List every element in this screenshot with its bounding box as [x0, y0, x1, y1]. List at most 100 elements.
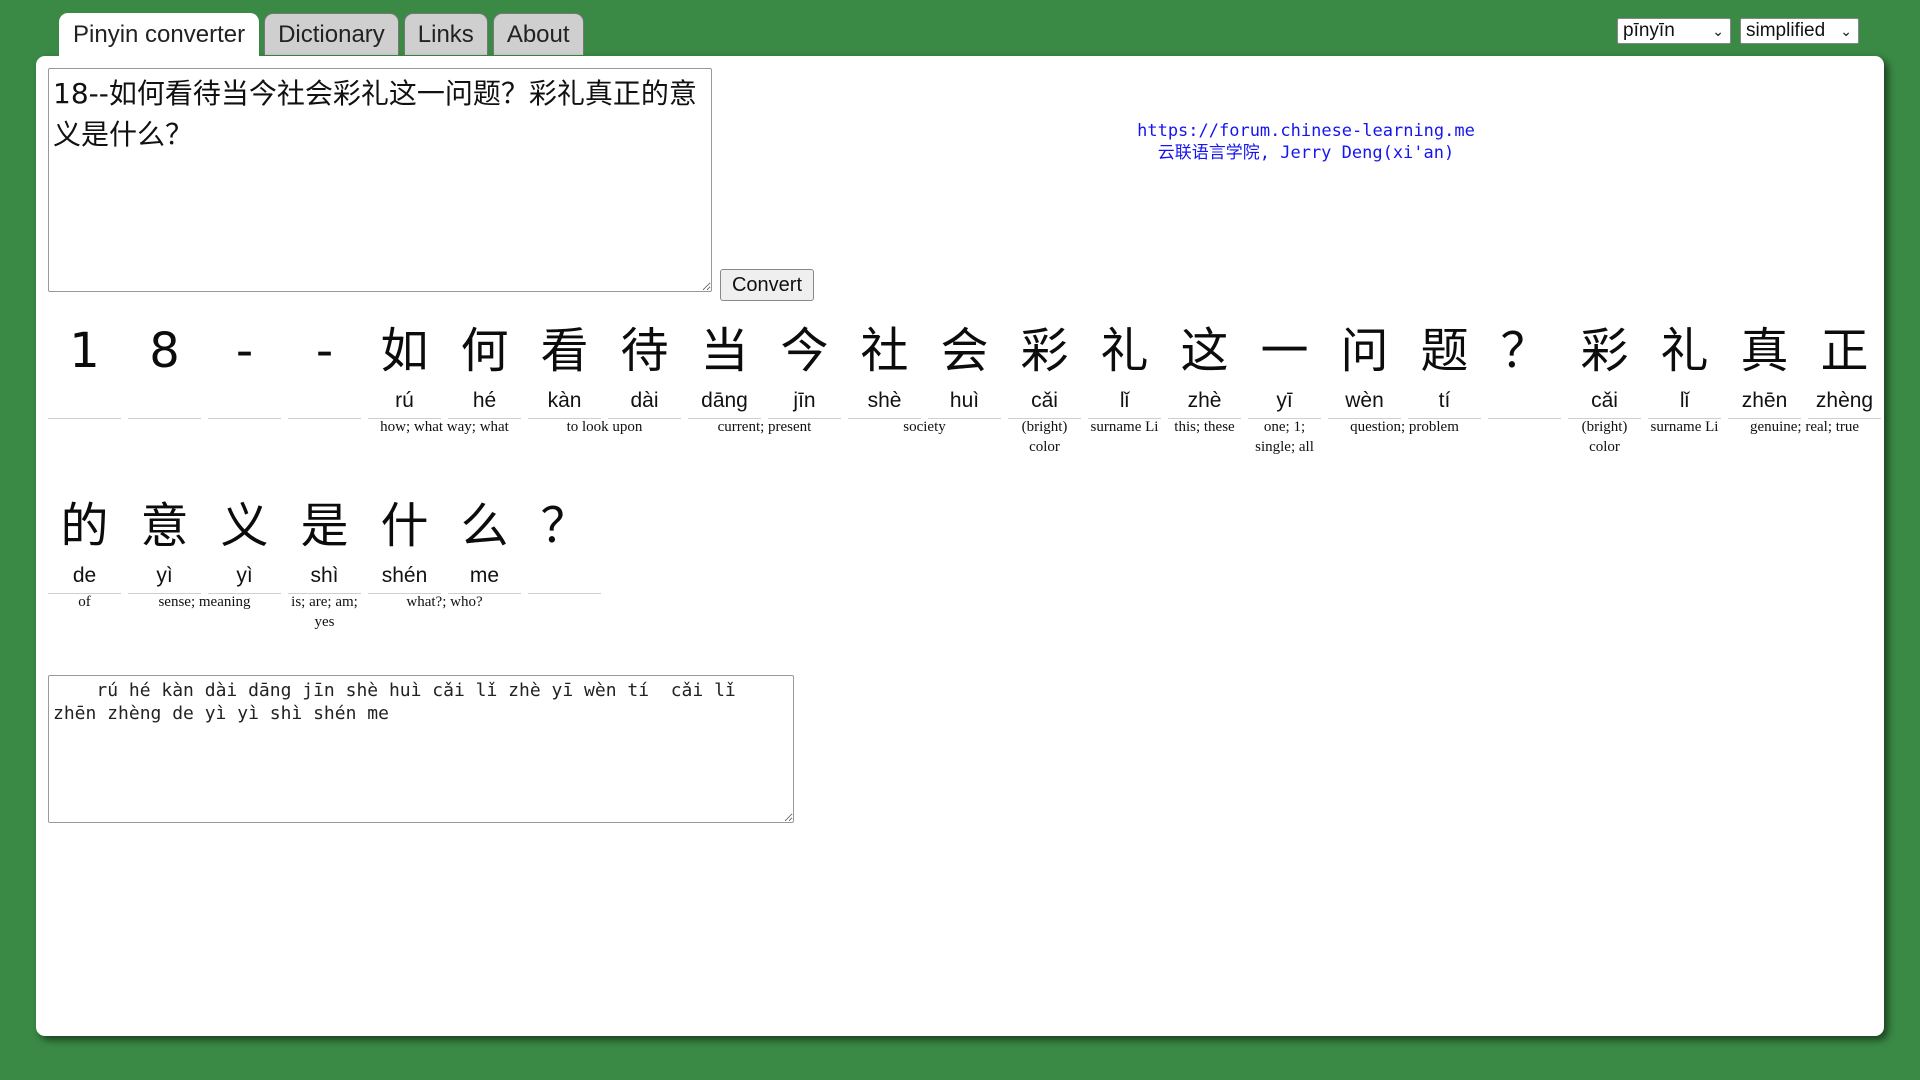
pinyin-output[interactable]: rú hé kàn dài dāng jīn shè huì cǎi lǐ zh…	[48, 675, 794, 823]
hanzi-char: 是	[300, 498, 349, 554]
pinyin-syllable: tí	[1408, 386, 1481, 419]
pinyin-syllable: de	[48, 561, 121, 594]
hanzi-cell[interactable]: 何 hé	[448, 316, 521, 419]
hanzi-char: 当	[700, 323, 749, 379]
hanzi-char: 么	[460, 498, 509, 554]
definition-text: what?; who?	[406, 594, 483, 610]
definition-text: is; are; am; yes	[291, 594, 358, 630]
pinyin-syllable: lǐ	[1648, 386, 1721, 419]
forum-link[interactable]: https://forum.chinese-learning.me	[1076, 120, 1536, 142]
tab-dictionary[interactable]: Dictionary	[264, 13, 399, 55]
hanzi-cell[interactable]: 社 shè	[848, 316, 921, 419]
hanzi-cell[interactable]: -	[288, 316, 361, 419]
hanzi-cell[interactable]: -	[208, 316, 281, 419]
hanzi-char: 一	[1260, 323, 1309, 379]
chinese-text-input[interactable]: 18--如何看待当今社会彩礼这一问题？彩礼真正的意义是什么？	[48, 68, 712, 292]
hanzi-cell[interactable]: 一 yī	[1248, 316, 1321, 419]
definition-text: society	[903, 419, 946, 435]
pinyin-syllable: zhèng	[1808, 386, 1881, 419]
hanzi-char: -	[315, 323, 334, 379]
hanzi-cell[interactable]: 彩 cǎi	[1008, 316, 1081, 419]
chevron-down-icon: ⌄	[1712, 23, 1724, 39]
hanzi-char: 真	[1740, 323, 1789, 379]
hanzi-cell[interactable]: 8	[128, 316, 201, 419]
hanzi-char: 意	[140, 498, 189, 554]
definition-text: sense; meaning	[158, 594, 251, 610]
pinyin-syllable: yī	[1248, 386, 1321, 419]
hanzi-cell[interactable]: 题 tí	[1408, 316, 1481, 419]
convert-button[interactable]: Convert	[720, 269, 814, 301]
hanzi-char: 社	[860, 323, 909, 379]
converted-row: 的 de 意 yì 义 yì 是 shì 什 shén 么 me ？	[48, 491, 601, 594]
definition-text: question; problem	[1350, 419, 1459, 435]
hanzi-cell[interactable]: 的 de	[48, 491, 121, 594]
pinyin-syllable: dāng	[688, 386, 761, 419]
script-select[interactable]: simplified ⌄	[1740, 18, 1859, 44]
hanzi-char: 看	[540, 323, 589, 379]
definition-text: current; present	[717, 419, 812, 435]
pinyin-syllable: hé	[448, 386, 521, 419]
hanzi-char: 礼	[1660, 323, 1709, 379]
pinyin-syllable: rú	[368, 386, 441, 419]
hanzi-cell[interactable]: 么 me	[448, 491, 521, 594]
author-link[interactable]: 云联语言学院, Jerry Deng(xi'an)	[1076, 142, 1536, 164]
romanization-select[interactable]: pīnyīn ⌄	[1617, 18, 1731, 44]
pinyin-syllable: shè	[848, 386, 921, 419]
pinyin-syllable	[48, 386, 121, 419]
hanzi-cell[interactable]: ？	[528, 491, 601, 594]
hanzi-char: ？	[1500, 323, 1549, 379]
hanzi-cell[interactable]: 这 zhè	[1168, 316, 1241, 419]
pinyin-syllable	[288, 386, 361, 419]
script-select-value: simplified	[1746, 20, 1826, 41]
hanzi-cell[interactable]: 是 shì	[288, 491, 361, 594]
pinyin-syllable: zhēn	[1728, 386, 1801, 419]
hanzi-cell[interactable]: 看 kàn	[528, 316, 601, 419]
hanzi-char: 1	[69, 323, 100, 379]
hanzi-char: 如	[380, 323, 429, 379]
tab-about[interactable]: About	[492, 13, 584, 55]
hanzi-cell[interactable]: 彩 cǎi	[1568, 316, 1641, 419]
tab-links[interactable]: Links	[403, 13, 488, 55]
hanzi-cell[interactable]: ？	[1488, 316, 1561, 419]
definition-text: one; 1; single; all	[1255, 419, 1314, 455]
definition-text: to look upon	[566, 419, 643, 435]
hanzi-cell[interactable]: 义 yì	[208, 491, 281, 594]
hanzi-cell[interactable]: 意 yì	[128, 491, 201, 594]
tab-pinyin-converter[interactable]: Pinyin converter	[59, 13, 260, 57]
hanzi-cell[interactable]: 真 zhēn	[1728, 316, 1801, 419]
hanzi-char: 问	[1340, 323, 1389, 379]
hanzi-cell[interactable]: 什 shén	[368, 491, 441, 594]
hanzi-char: 今	[780, 323, 829, 379]
hanzi-char: ？	[540, 498, 589, 554]
hanzi-cell[interactable]: 当 dāng	[688, 316, 761, 419]
hanzi-cell[interactable]: 会 huì	[928, 316, 1001, 419]
pinyin-syllable: yì	[208, 561, 281, 594]
definition-text: of	[78, 594, 91, 610]
romanization-select-value: pīnyīn	[1623, 20, 1675, 41]
hanzi-cell[interactable]: 今 jīn	[768, 316, 841, 419]
hanzi-char: -	[235, 323, 254, 379]
pinyin-syllable: shén	[368, 561, 441, 594]
hanzi-char: 礼	[1100, 323, 1149, 379]
hanzi-cell[interactable]: 如 rú	[368, 316, 441, 419]
hanzi-cell[interactable]: 待 dài	[608, 316, 681, 419]
hanzi-char: 正	[1820, 323, 1869, 379]
pinyin-syllable: jīn	[768, 386, 841, 419]
pinyin-syllable: huì	[928, 386, 1001, 419]
hanzi-cell[interactable]: 1	[48, 316, 121, 419]
hanzi-cell[interactable]: 问 wèn	[1328, 316, 1401, 419]
hanzi-cell[interactable]: 礼 lǐ	[1088, 316, 1161, 419]
pinyin-syllable: lǐ	[1088, 386, 1161, 419]
option-selects: pīnyīn ⌄ simplified ⌄	[1617, 18, 1859, 44]
credit-block: https://forum.chinese-learning.me 云联语言学院…	[1076, 120, 1536, 164]
hanzi-cell[interactable]: 正 zhèng	[1808, 316, 1881, 419]
definition-text: surname Li	[1090, 419, 1159, 435]
hanzi-cell[interactable]: 礼 lǐ	[1648, 316, 1721, 419]
hanzi-char: 彩	[1580, 323, 1629, 379]
hanzi-char: 8	[149, 323, 180, 379]
tab-bar: Pinyin converter Dictionary Links About	[59, 13, 584, 57]
hanzi-char: 题	[1420, 323, 1469, 379]
pinyin-syllable: me	[448, 561, 521, 594]
converter-panel: 18--如何看待当今社会彩礼这一问题？彩礼真正的意义是什么？ Convert h…	[36, 56, 1884, 1036]
pinyin-syllable	[128, 386, 201, 419]
